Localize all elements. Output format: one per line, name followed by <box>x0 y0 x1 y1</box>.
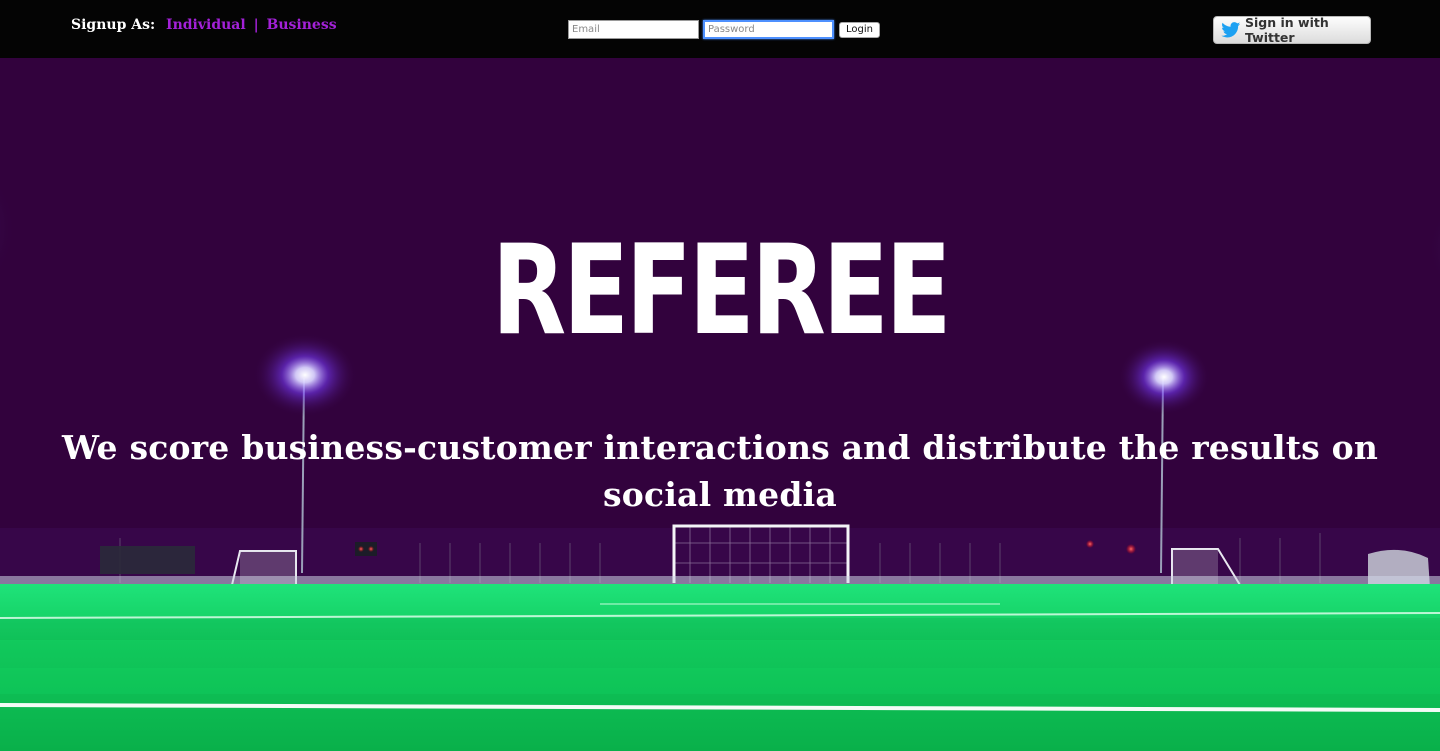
password-input[interactable] <box>703 20 834 39</box>
signup-business-link[interactable]: Business <box>267 17 337 33</box>
signup-individual-link[interactable]: Individual <box>166 17 246 33</box>
twitter-signin-button[interactable]: Sign in with Twitter <box>1213 15 1371 45</box>
hero-tagline: We score business-customer interactions … <box>61 428 1379 514</box>
page: Signup As: Individual | Business Login S… <box>0 0 1440 751</box>
email-input[interactable] <box>568 20 699 39</box>
stadium-background-image <box>0 158 1440 751</box>
login-button[interactable]: Login <box>839 22 880 38</box>
signup-options: Signup As: Individual | Business <box>71 17 337 33</box>
twitter-bird-icon <box>1221 22 1241 38</box>
hero-section: REFEREE We score business-customer inter… <box>0 58 1440 751</box>
twitter-signin-label: Sign in with Twitter <box>1245 15 1329 45</box>
brand-title: REFEREE <box>491 217 952 363</box>
signup-label: Signup As: <box>71 17 156 33</box>
top-navigation-bar: Signup As: Individual | Business Login S… <box>0 0 1440 58</box>
signup-separator: | <box>253 17 259 33</box>
